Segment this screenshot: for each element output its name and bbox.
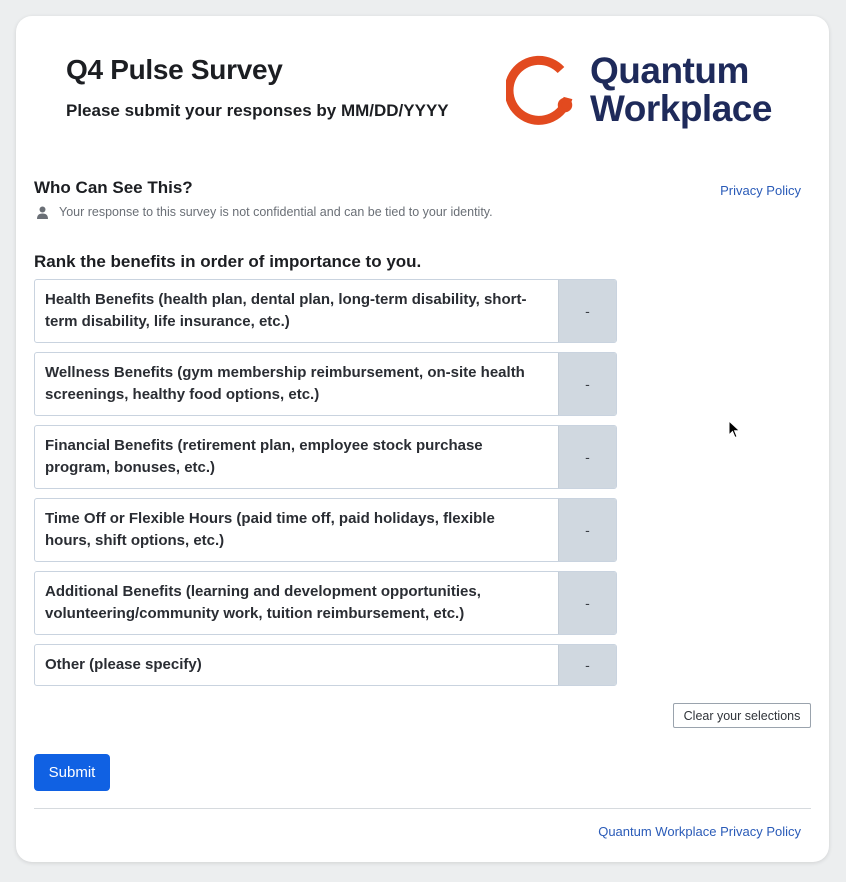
footer-privacy-link[interactable]: Quantum Workplace Privacy Policy <box>598 824 801 839</box>
survey-title: Q4 Pulse Survey <box>66 54 283 85</box>
rank-item-time-off[interactable]: Time Off or Flexible Hours (paid time of… <box>34 498 617 562</box>
rank-dropdown[interactable]: - <box>558 499 616 561</box>
rank-item-label: Additional Benefits (learning and develo… <box>45 583 481 622</box>
rank-item-additional[interactable]: Additional Benefits (learning and develo… <box>34 571 617 635</box>
logo-line-2: Workplace <box>590 88 772 129</box>
survey-deadline: Please submit your responses by MM/DD/YY… <box>66 101 449 120</box>
person-icon <box>37 206 48 219</box>
survey-card: Q4 Pulse Survey Please submit your respo… <box>16 16 829 862</box>
rank-dropdown[interactable]: - <box>558 426 616 488</box>
mouse-cursor-icon <box>728 420 741 439</box>
rank-dropdown[interactable]: - <box>558 572 616 634</box>
company-logo: Quantum Workplace <box>506 52 786 132</box>
rank-dropdown[interactable]: - <box>558 645 616 685</box>
logo-wordmark: Quantum Workplace <box>590 52 772 128</box>
rank-item-label: Health Benefits (health plan, dental pla… <box>45 291 527 330</box>
rank-item-financial[interactable]: Financial Benefits (retirement plan, emp… <box>34 425 617 489</box>
logo-line-1: Quantum <box>590 50 749 91</box>
clear-selections-button[interactable]: Clear your selections <box>673 703 811 728</box>
visibility-heading: Who Can See This? <box>34 178 193 197</box>
privacy-policy-link[interactable]: Privacy Policy <box>720 183 801 198</box>
rank-item-label: Wellness Benefits (gym membership reimbu… <box>45 364 525 403</box>
rank-item-label: Financial Benefits (retirement plan, emp… <box>45 437 483 476</box>
rank-item-other[interactable]: Other (please specify) - <box>34 644 617 686</box>
visibility-notice-text: Your response to this survey is not conf… <box>59 205 493 219</box>
rank-item-wellness[interactable]: Wellness Benefits (gym membership reimbu… <box>34 352 617 416</box>
visibility-notice: Your response to this survey is not conf… <box>36 205 493 219</box>
rank-item-label: Other (please specify) <box>45 656 202 673</box>
submit-button[interactable]: Submit <box>34 754 110 791</box>
logo-mark-icon <box>506 55 573 125</box>
rank-item-health[interactable]: Health Benefits (health plan, dental pla… <box>34 279 617 343</box>
footer-divider <box>34 808 811 809</box>
rank-dropdown[interactable]: - <box>558 353 616 415</box>
rank-dropdown[interactable]: - <box>558 280 616 342</box>
question-text: Rank the benefits in order of importance… <box>34 252 422 271</box>
rank-item-label: Time Off or Flexible Hours (paid time of… <box>45 510 495 549</box>
